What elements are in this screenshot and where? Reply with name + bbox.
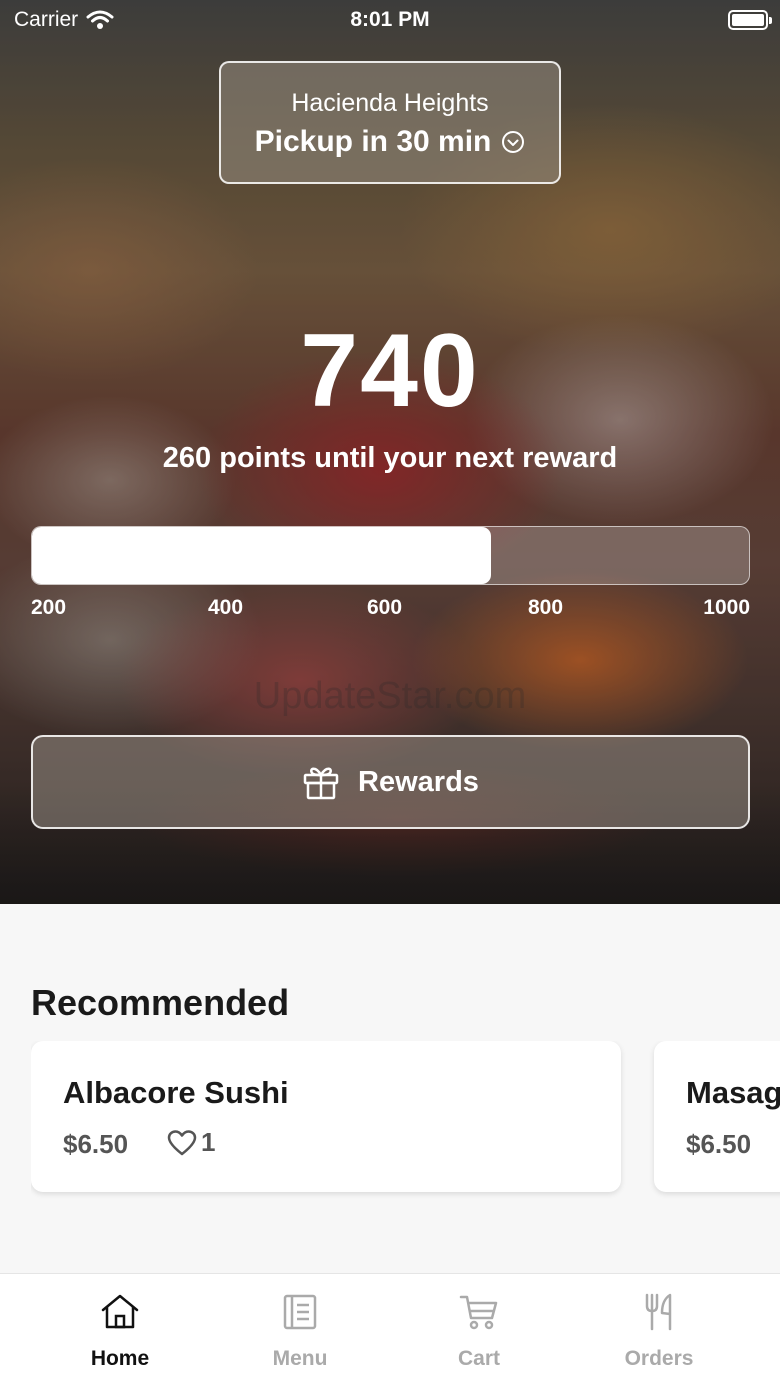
tab-label: Home bbox=[90, 1347, 150, 1370]
status-bar: Carrier 8:01 PM bbox=[0, 0, 780, 40]
progress-tick-labels: 200 400 600 800 1000 bbox=[31, 596, 750, 624]
status-time: 8:01 PM bbox=[350, 8, 430, 31]
bottom-tab-bar: Home Menu Cart Orders bbox=[0, 1273, 780, 1387]
menu-icon bbox=[283, 1294, 317, 1330]
item-name: Albacore Sushi bbox=[63, 1075, 289, 1110]
tick-label: 200 bbox=[31, 596, 67, 619]
tab-cart[interactable]: Cart bbox=[389, 1274, 569, 1387]
points-progress-bar bbox=[31, 526, 750, 585]
fork-knife-icon bbox=[645, 1293, 672, 1331]
tab-menu[interactable]: Menu bbox=[210, 1274, 390, 1387]
tick-label: 400 bbox=[208, 596, 244, 619]
item-name: Masago bbox=[686, 1075, 780, 1110]
hero-banner: Carrier 8:01 PM Hacienda Heights Pickup … bbox=[0, 0, 780, 904]
tab-home[interactable]: Home bbox=[30, 1274, 210, 1387]
tab-label: Cart bbox=[457, 1347, 500, 1370]
points-progress-fill bbox=[32, 527, 491, 584]
tab-label: Orders bbox=[624, 1347, 694, 1370]
rewards-button[interactable]: Rewards bbox=[31, 735, 750, 829]
pickup-time-row: Pickup in 30 min bbox=[221, 125, 559, 159]
chevron-down-circle-icon bbox=[502, 131, 525, 153]
item-price: $6.50 bbox=[63, 1129, 129, 1159]
item-likes[interactable]: 1 bbox=[167, 1127, 215, 1158]
points-balance: 740 bbox=[300, 313, 480, 429]
tab-label: Menu bbox=[272, 1347, 328, 1370]
heart-icon bbox=[167, 1129, 197, 1155]
gift-icon bbox=[303, 767, 339, 800]
recommended-item-card[interactable]: Albacore Sushi $6.50 1 bbox=[31, 1041, 621, 1192]
recommended-title: Recommended bbox=[31, 982, 290, 1023]
tick-label: 600 bbox=[367, 596, 403, 619]
watermark: UpdateStar.com bbox=[253, 675, 527, 717]
item-likes-count: 1 bbox=[201, 1127, 216, 1157]
recommended-carousel[interactable]: Albacore Sushi $6.50 1 Masago $6.50 bbox=[31, 1041, 780, 1201]
home-icon bbox=[101, 1294, 139, 1329]
pickup-time-label: Pickup in 30 min bbox=[254, 125, 492, 158]
recommended-item-card[interactable]: Masago $6.50 bbox=[654, 1041, 780, 1192]
tab-orders[interactable]: Orders bbox=[569, 1274, 749, 1387]
tick-label: 1000 bbox=[703, 596, 750, 619]
rewards-button-label: Rewards bbox=[358, 765, 479, 798]
battery-icon bbox=[728, 10, 772, 30]
location-name: Hacienda Heights bbox=[291, 89, 489, 117]
tick-label: 800 bbox=[528, 596, 564, 619]
location-selector[interactable]: Hacienda Heights Pickup in 30 min bbox=[219, 61, 561, 184]
item-price: $6.50 bbox=[686, 1129, 752, 1159]
points-caption: 260 points until your next reward bbox=[162, 442, 618, 474]
cart-icon bbox=[459, 1295, 498, 1330]
